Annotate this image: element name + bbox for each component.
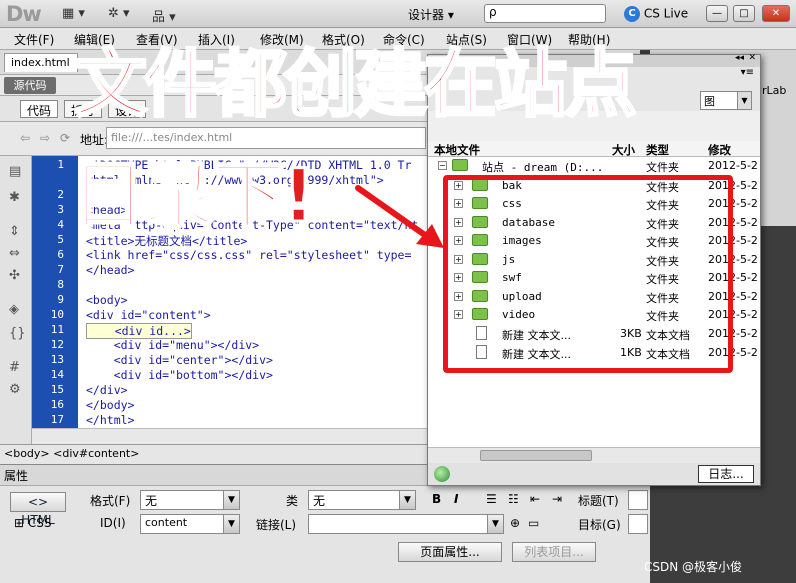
- maximize-button[interactable]: □: [733, 5, 755, 22]
- search-input[interactable]: ρ: [484, 4, 606, 23]
- format-label: 格式(F): [90, 494, 131, 508]
- expand-all-icon[interactable]: ✣: [9, 268, 20, 283]
- col-modified[interactable]: 修改: [708, 142, 731, 158]
- chevron-down-icon: ▼: [737, 92, 751, 109]
- gear-icon[interactable]: ✲ ▾: [108, 6, 130, 22]
- col-type[interactable]: 类型: [646, 142, 669, 158]
- log-button[interactable]: 日志...: [698, 465, 754, 483]
- files-footer: 日志...: [428, 463, 760, 485]
- indent-icon[interactable]: ⇥: [552, 492, 562, 506]
- class-label: 类: [286, 494, 299, 508]
- collapse-icon[interactable]: ◂◂: [735, 53, 744, 63]
- app-logo: Dw: [6, 2, 42, 26]
- tag-path[interactable]: <body> <div#content>: [4, 447, 139, 460]
- collapse-tree-icon: −: [438, 161, 447, 170]
- link-input[interactable]: ▼: [308, 514, 504, 534]
- code-line-collapsed[interactable]: <div id...>: [86, 323, 192, 339]
- code-line: </head>: [86, 263, 135, 277]
- browse-folder-icon[interactable]: ▭: [528, 516, 539, 530]
- cs-live-button[interactable]: C CS Live: [624, 6, 688, 22]
- minimize-button[interactable]: —: [706, 5, 728, 22]
- panel-side-text: rLab: [762, 84, 787, 97]
- coding-toolbar: ▤ ✱ ⇕ ⇔ ✣ ◈ {} # ⚙: [0, 156, 32, 444]
- watermark: CSDN @极客小俊: [644, 560, 743, 574]
- code-line: <div id="center"></div>: [86, 353, 273, 367]
- layout-icon[interactable]: ▦ ▾: [62, 6, 85, 22]
- refresh-icon[interactable]: ⟳: [60, 131, 70, 145]
- code-horizontal-scrollbar[interactable]: [32, 428, 430, 444]
- scroll-thumb[interactable]: [480, 450, 592, 461]
- ordered-list-icon[interactable]: ☷: [508, 492, 519, 506]
- css-mode-button[interactable]: ⊞ CSS: [14, 516, 52, 530]
- title-label: 标题(T): [578, 494, 619, 508]
- code-line: <div id="menu"></div>: [86, 338, 260, 352]
- chevron-down-icon: ▼: [223, 515, 239, 533]
- globe-icon: [434, 466, 450, 482]
- target-label: 目标(G): [578, 518, 621, 532]
- code-line: <body>: [86, 293, 128, 307]
- address-input[interactable]: file:///...tes/index.html: [106, 127, 426, 149]
- forward-icon[interactable]: ⇨: [40, 131, 50, 145]
- point-to-file-icon[interactable]: ⊕: [510, 516, 520, 530]
- balance-braces-icon[interactable]: {}: [9, 326, 26, 341]
- class-select[interactable]: 无 ▼: [308, 490, 416, 510]
- link-label: 链接(L): [256, 518, 297, 532]
- collapse-icon[interactable]: ✱: [9, 190, 20, 205]
- files-header: 本地文件 大小 类型 修改: [428, 141, 760, 157]
- list-item-button[interactable]: 列表项目...: [512, 542, 596, 562]
- close-button[interactable]: ✕: [762, 5, 790, 22]
- red-arrow-icon: [355, 185, 444, 248]
- site-folder-icon: [452, 159, 468, 171]
- italic-button[interactable]: I: [454, 492, 458, 506]
- html-mode-button[interactable]: <> HTML: [10, 492, 66, 527]
- cs-live-icon: C: [624, 6, 640, 22]
- code-view-button[interactable]: 代码: [20, 100, 59, 118]
- chevron-down-icon: ▼: [223, 491, 239, 509]
- highlight-code-icon[interactable]: ⚙: [9, 382, 21, 397]
- panel-options-icon[interactable]: ▾≡: [741, 67, 754, 78]
- back-icon[interactable]: ⇦: [20, 131, 30, 145]
- source-code-button[interactable]: 源代码: [4, 77, 56, 94]
- expand-tag-icon[interactable]: ⇕: [9, 224, 20, 239]
- search-icon: ρ: [489, 5, 497, 19]
- close-icon[interactable]: ✕: [748, 53, 756, 63]
- code-line: </body>: [86, 398, 135, 412]
- bold-button[interactable]: B: [432, 492, 441, 506]
- chevron-down-icon: ▼: [399, 491, 415, 509]
- open-documents-icon[interactable]: ▤: [9, 164, 21, 179]
- chevron-down-icon: ▼: [487, 515, 503, 533]
- unordered-list-icon[interactable]: ☰: [486, 492, 497, 506]
- code-line: <div id="content">: [86, 308, 211, 322]
- code-line: <div id="bottom"></div>: [86, 368, 273, 382]
- col-local-files[interactable]: 本地文件: [434, 142, 480, 158]
- title-input[interactable]: [628, 490, 648, 510]
- document-tab[interactable]: index.html: [4, 53, 78, 72]
- address-label: 地址:: [80, 133, 109, 147]
- select-parent-tag-icon[interactable]: ◈: [9, 302, 19, 317]
- title-bar: Dw ▦ ▾ ✲ ▾ 品 ▾ 设计器 ▾ ρ C CS Live — □ ✕: [0, 0, 796, 28]
- code-line: </html>: [86, 413, 135, 427]
- view-select[interactable]: 图 ▼: [700, 91, 752, 110]
- site-icon[interactable]: 品 ▾: [152, 6, 176, 25]
- id-label: ID(I): [100, 516, 126, 530]
- collapse-selection-icon[interactable]: ⇔: [9, 246, 20, 261]
- format-select[interactable]: 无 ▼: [140, 490, 240, 510]
- headline-line2: 目录下!: [70, 154, 316, 239]
- files-horizontal-scrollbar[interactable]: [428, 447, 760, 463]
- page-properties-button[interactable]: 页面属性...: [398, 542, 502, 562]
- workspace-switcher[interactable]: 设计器 ▾: [408, 6, 454, 23]
- id-select[interactable]: content ▼: [140, 514, 240, 534]
- line-numbers-icon[interactable]: #: [9, 360, 20, 375]
- headline-line1: 文件都创建在站点: [73, 42, 639, 127]
- code-line: </div>: [86, 383, 128, 397]
- list-item[interactable]: − 站点 - dream (D:... 文件夹 2012-5-2: [428, 157, 760, 175]
- menu-file[interactable]: 文件(F): [14, 31, 54, 48]
- col-size[interactable]: 大小: [612, 142, 635, 158]
- properties-title: 属性: [4, 469, 29, 483]
- outdent-icon[interactable]: ⇤: [530, 492, 540, 506]
- target-select[interactable]: [628, 514, 648, 534]
- highlight-box: [443, 175, 733, 373]
